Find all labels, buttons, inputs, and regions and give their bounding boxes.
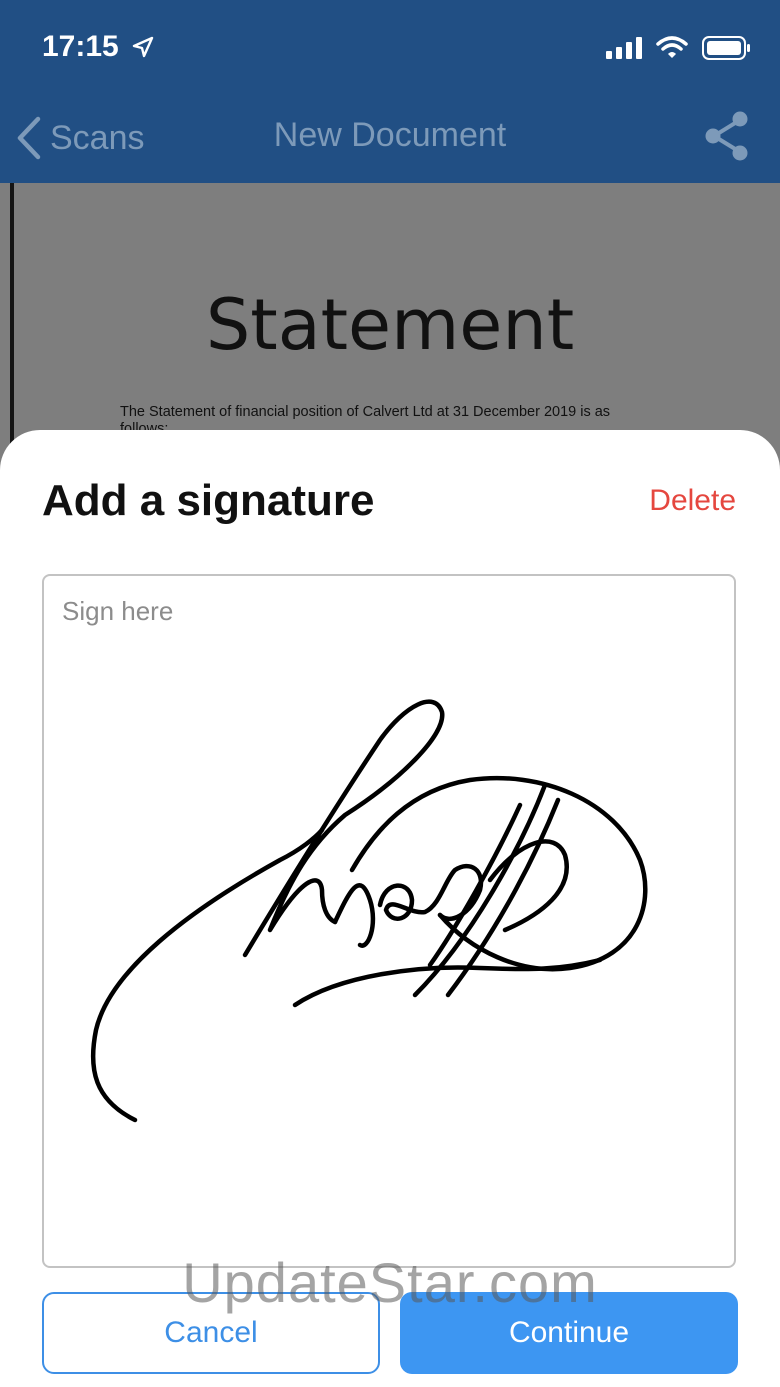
signature-drawing (90, 699, 648, 1123)
continue-button[interactable]: Continue (400, 1292, 738, 1374)
cancel-button[interactable]: Cancel (42, 1292, 380, 1374)
